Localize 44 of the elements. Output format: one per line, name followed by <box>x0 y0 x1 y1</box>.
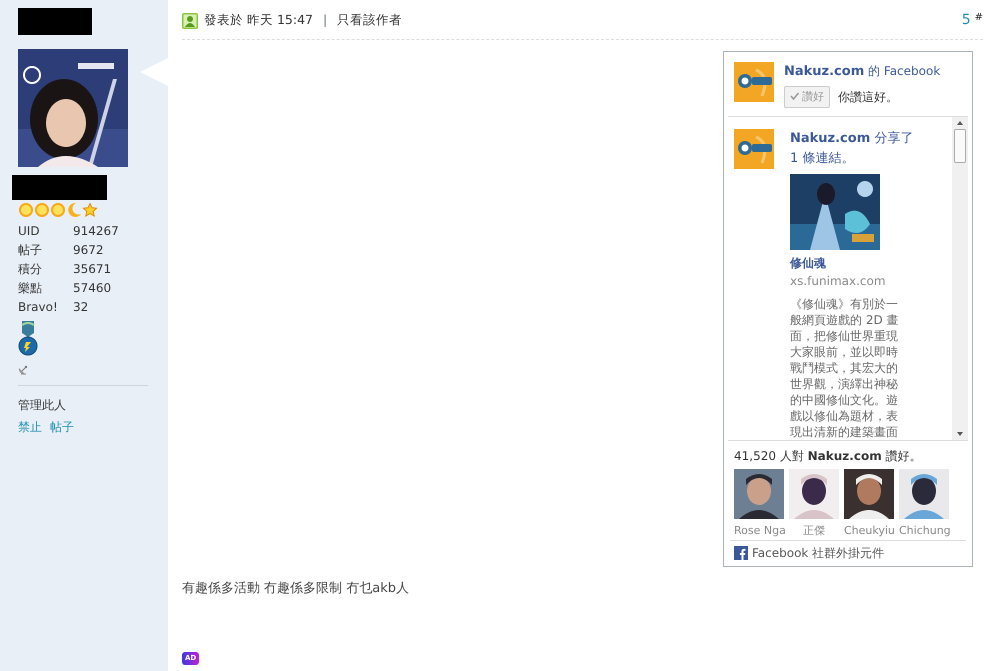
user-icon <box>182 12 198 28</box>
manage-link[interactable]: 帖子 <box>50 420 74 434</box>
fan-name[interactable]: 正傑 <box>803 524 825 537</box>
like-button[interactable]: 讚好 <box>784 86 830 108</box>
post-time: 發表於 昨天 15:47 <box>204 11 313 30</box>
stat-label: Bravo! <box>18 299 59 316</box>
author-only-link[interactable]: 只看該作者 <box>337 11 402 30</box>
stat-value: 35671 <box>73 262 112 276</box>
sun-icon <box>34 202 50 218</box>
stat-label: UID <box>18 223 41 240</box>
page-name[interactable]: Nakuz.com <box>784 64 864 79</box>
stat-label: 樂點 <box>18 280 43 297</box>
separator: | <box>322 11 328 30</box>
manage-title: 管理此人 <box>18 397 67 414</box>
page-logo-icon <box>734 62 774 102</box>
stat-label: 積分 <box>18 261 43 278</box>
stat-value: 57460 <box>73 281 112 295</box>
story-headline: Nakuz.com 分享了 1 條連結。 <box>790 130 914 168</box>
floor-number: 5 # <box>962 11 983 30</box>
stat-value: 914267 <box>73 224 119 238</box>
scrollbar[interactable] <box>952 117 968 440</box>
stat-value: 9672 <box>73 243 104 257</box>
moon-icon <box>66 202 82 218</box>
stat-label: 帖子 <box>18 242 43 259</box>
satellite-dish-icon <box>18 365 28 375</box>
page-logo-icon <box>734 129 774 169</box>
sun-icon <box>50 202 66 218</box>
facebook-icon <box>734 546 748 560</box>
stat-value: 32 <box>73 300 88 314</box>
fan-name[interactable]: Cheukyiu <box>844 524 895 537</box>
fan-name[interactable]: Rose Nga <box>734 524 786 537</box>
medal-icon <box>18 321 38 357</box>
link-description: 《修仙魂》有別於一般網頁遊戲的 2D 畫面，把修仙世界重現大家眼前，並以即時戰鬥模式，其宏大的世界觀，演繹出神秘的中國修仙文化。遊戲以修仙為題材，表現出清新的建築畫面 <box>790 296 900 440</box>
link-domain: xs.funimax.com <box>790 273 887 290</box>
fan-name[interactable]: Chichung <box>899 524 951 537</box>
sun-icon <box>18 202 34 218</box>
manage-link[interactable]: 禁止 <box>18 420 42 434</box>
page-subtitle: 的 Facebook <box>868 64 940 78</box>
plugin-footer: Facebook 社群外掛元件 <box>752 544 884 562</box>
you-like-text: 你讚這好。 <box>838 88 898 106</box>
star-icon <box>82 202 98 218</box>
check-icon <box>790 92 799 100</box>
link-title[interactable]: 修仙魂 <box>790 254 914 272</box>
post-body: 有趣係多活動 冇趣係多限制 冇乜akb人 <box>182 580 410 598</box>
